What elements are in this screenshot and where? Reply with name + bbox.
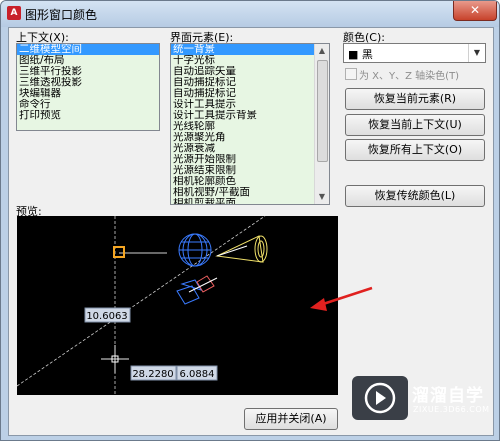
interface-element-item[interactable]: 相机剪裁平面 bbox=[171, 198, 329, 204]
globe-icon bbox=[178, 233, 212, 267]
watermark-main-text: 溜溜自学 bbox=[412, 386, 484, 406]
context-listbox[interactable]: 二维模型空间 图纸/布局 三维平行投影 三维透视投影 块编辑器 命令行 打印预览 bbox=[16, 43, 160, 131]
scroll-down-arrow-icon[interactable]: ▼ bbox=[315, 190, 329, 204]
title-bar[interactable]: A 图形窗口颜色 ✕ bbox=[1, 1, 499, 27]
close-button[interactable]: ✕ bbox=[453, 1, 497, 21]
interface-element-item[interactable]: 自动捕捉标记 bbox=[171, 88, 329, 99]
interface-elements-listbox[interactable]: 统一背景 十字光标 自动追踪矢量 自动捕捉标记 自动捕捉标记 设计工具提示 设计工具提示背景… bbox=[170, 43, 330, 205]
dialog-client-area: 上下文(X): 二维模型空间 图纸/布局 三维平行投影 三维透视投影 块编辑器 命令行 打印… bbox=[8, 27, 494, 436]
restore-current-context-button[interactable]: 恢复当前上下文(U) bbox=[345, 114, 485, 136]
dialog-window: A 图形窗口颜色 ✕ 上下文(X): 二维模型空间 图纸/布局 三维平行投影 三维透视… bbox=[0, 0, 500, 441]
diagonal-guide-line bbox=[16, 215, 266, 387]
context-list-item[interactable]: 二维模型空间 bbox=[17, 44, 159, 55]
preview-canvas: 10.6063 28.2280 6.0884 bbox=[16, 215, 338, 395]
restore-classic-colors-button[interactable]: 恢复传统颜色(L) bbox=[345, 185, 485, 207]
context-list-item[interactable]: 三维透视投影 bbox=[17, 77, 159, 88]
osnap-marker-icon bbox=[113, 246, 125, 258]
dimension-value-vertical: 10.6063 bbox=[86, 311, 127, 322]
scroll-up-arrow-icon[interactable]: ▲ bbox=[315, 44, 329, 58]
restore-all-contexts-button[interactable]: 恢复所有上下文(O) bbox=[345, 139, 485, 161]
camera-icon bbox=[176, 275, 218, 305]
watermark-sub-text: ZIXUE.3D66.COM bbox=[413, 405, 490, 414]
preview-drawing: 10.6063 28.2280 6.0884 bbox=[16, 215, 268, 395]
dimension-value-y: 6.0884 bbox=[180, 369, 215, 380]
scroll-thumb[interactable] bbox=[317, 60, 328, 162]
context-list-item[interactable]: 三维平行投影 bbox=[17, 66, 159, 77]
interface-element-item[interactable]: 设计工具提示背景 bbox=[171, 110, 329, 121]
dimension-value-x: 28.2280 bbox=[132, 369, 173, 380]
chevron-down-icon[interactable]: ▼ bbox=[468, 44, 485, 62]
interface-element-item[interactable]: 设计工具提示 bbox=[171, 99, 329, 110]
tint-axes-label: 为 X、Y、Z 轴染色(T) bbox=[359, 71, 460, 82]
spotlight-cone-icon bbox=[215, 235, 268, 263]
watermark-logo-icon bbox=[352, 376, 408, 420]
context-list-item[interactable]: 图纸/布局 bbox=[17, 55, 159, 66]
interface-element-item[interactable]: 光源开始限制 bbox=[171, 154, 329, 165]
interface-element-item[interactable]: 光线轮廓 bbox=[171, 121, 329, 132]
elements-scrollbar[interactable]: ▲ ▼ bbox=[314, 44, 329, 204]
context-list-item[interactable]: 命令行 bbox=[17, 99, 159, 110]
context-list-item[interactable]: 打印预览 bbox=[17, 110, 159, 121]
interface-element-item[interactable]: 十字光标 bbox=[171, 55, 329, 66]
interface-element-item[interactable]: 光源聚光角 bbox=[171, 132, 329, 143]
window-title: 图形窗口颜色 bbox=[25, 8, 98, 22]
restore-current-element-button[interactable]: 恢复当前元素(R) bbox=[345, 88, 485, 110]
color-dropdown[interactable]: ■ 黑 ▼ bbox=[343, 43, 486, 63]
context-list-item[interactable]: 块编辑器 bbox=[17, 88, 159, 99]
tint-axes-checkbox[interactable] bbox=[345, 68, 357, 80]
annotation-arrow-icon bbox=[310, 286, 373, 311]
interface-element-item[interactable]: 自动捕捉标记 bbox=[171, 77, 329, 88]
interface-element-item[interactable]: 光源衰减 bbox=[171, 143, 329, 154]
interface-element-item[interactable]: 相机轮廓颜色 bbox=[171, 176, 329, 187]
color-dropdown-value: ■ 黑 bbox=[348, 48, 373, 61]
interface-element-item[interactable]: 相机视野/平截面 bbox=[171, 187, 329, 198]
autocad-app-icon: A bbox=[7, 6, 21, 20]
interface-element-item[interactable]: 统一背景 bbox=[171, 44, 329, 55]
interface-element-item[interactable]: 自动追踪矢量 bbox=[171, 66, 329, 77]
apply-close-button[interactable]: 应用并关闭(A) bbox=[244, 408, 338, 430]
interface-element-item[interactable]: 光源结束限制 bbox=[171, 165, 329, 176]
